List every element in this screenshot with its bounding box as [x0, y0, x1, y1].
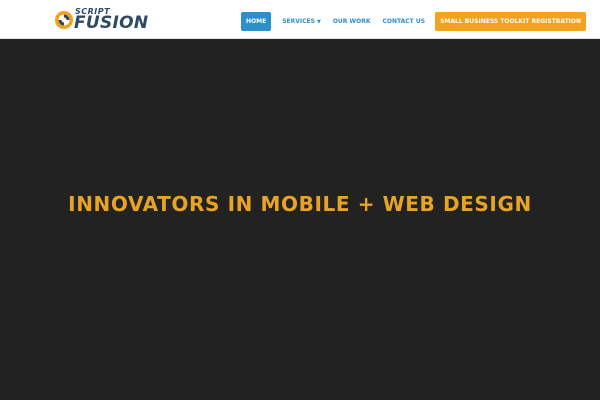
- main-nav: HOME SERVICES ▼ OUR WORK CONTACT US SMALL…: [241, 12, 587, 31]
- hero-title: INNOVATORS IN MOBILE + WEB DESIGN: [68, 192, 532, 216]
- nav-item-home[interactable]: HOME: [241, 12, 272, 31]
- toolkit-registration-button[interactable]: SMALL BUSINESS TOOLKIT REGISTRATION: [435, 12, 587, 31]
- hero-banner: INNOVATORS IN MOBILE + WEB DESIGN: [0, 39, 600, 400]
- caret-down-icon: ▼: [316, 19, 321, 25]
- nav-item-services-label: SERVICES: [282, 18, 315, 25]
- logo-swirl-icon: [55, 11, 73, 29]
- nav-item-contact-us[interactable]: CONTACT US: [376, 12, 431, 31]
- site-logo[interactable]: SCRIPT FUSION: [54, 7, 174, 33]
- nav-item-our-work[interactable]: OUR WORK: [327, 12, 377, 31]
- nav-item-services[interactable]: SERVICES ▼: [276, 12, 327, 31]
- site-header: SCRIPT FUSION HOME SERVICES ▼ OUR WORK CO…: [0, 0, 600, 39]
- logo-text-fusion: FUSION: [74, 13, 149, 33]
